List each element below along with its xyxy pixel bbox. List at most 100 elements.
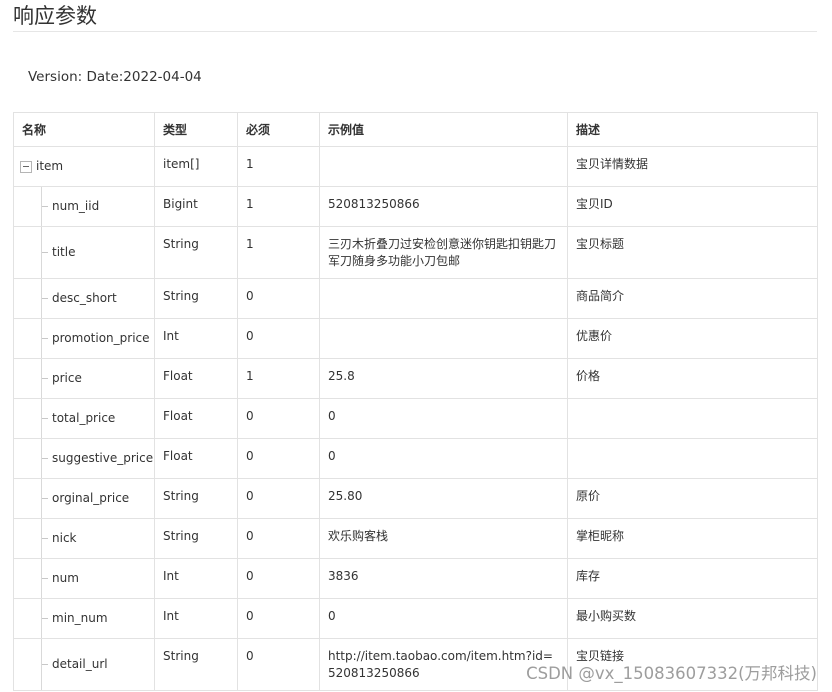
param-name: price bbox=[52, 371, 82, 385]
param-name-wrap: nick bbox=[15, 530, 147, 547]
tree-branch-line bbox=[42, 252, 48, 253]
param-name-wrap: orginal_price bbox=[15, 490, 147, 507]
tree-branch-line bbox=[42, 418, 48, 419]
table-row: title String 1 三刃木折叠刀过安检创意迷你钥匙扣钥匙刀军刀随身多功能小刀… bbox=[13, 226, 818, 279]
param-name-wrap: desc_short bbox=[15, 290, 147, 307]
param-name-cell: total_price bbox=[13, 398, 155, 439]
param-type: String bbox=[154, 278, 238, 319]
param-name-cell: suggestive_price bbox=[13, 438, 155, 479]
param-example: 25.80 bbox=[319, 478, 568, 519]
root-description: 宝贝详情数据 bbox=[567, 146, 818, 187]
param-type: String bbox=[154, 638, 238, 691]
param-example: 0 bbox=[319, 438, 568, 479]
root-example bbox=[319, 146, 568, 187]
param-example: 3836 bbox=[319, 558, 568, 599]
tree-guide-line bbox=[41, 439, 42, 478]
param-type: String bbox=[154, 226, 238, 279]
param-name-cell: title bbox=[13, 226, 155, 279]
param-type: Bigint bbox=[154, 186, 238, 227]
table-row: min_num Int 0 0 最小购买数 bbox=[13, 598, 818, 639]
param-name-cell: nick bbox=[13, 518, 155, 559]
root-required: 1 bbox=[237, 146, 320, 187]
param-required: 1 bbox=[237, 358, 320, 399]
param-name: detail_url bbox=[52, 657, 108, 671]
response-params-table: 名称 类型 必须 示例值 描述 item item[] 1 宝贝详情数据 num… bbox=[13, 112, 818, 691]
table-row: suggestive_price Float 0 0 bbox=[13, 438, 818, 479]
param-name-cell: num_iid bbox=[13, 186, 155, 227]
tree-guide-line bbox=[41, 227, 42, 278]
param-name: total_price bbox=[52, 411, 116, 425]
param-required: 0 bbox=[237, 558, 320, 599]
root-name: item bbox=[36, 159, 64, 173]
param-example: 520813250866 bbox=[319, 186, 568, 227]
header-type: 类型 bbox=[154, 112, 238, 147]
param-description bbox=[567, 438, 818, 479]
param-name: orginal_price bbox=[52, 491, 130, 505]
param-required: 1 bbox=[237, 226, 320, 279]
tree-branch-line bbox=[42, 378, 48, 379]
param-description: 掌柜昵称 bbox=[567, 518, 818, 559]
param-example: 0 bbox=[319, 598, 568, 639]
root-name-cell: item bbox=[13, 146, 155, 187]
param-name-wrap: promotion_price bbox=[15, 330, 150, 347]
param-name: suggestive_price bbox=[52, 451, 154, 465]
tree-branch-line bbox=[42, 618, 48, 619]
param-name-wrap: detail_url bbox=[15, 656, 147, 673]
table-row: total_price Float 0 0 bbox=[13, 398, 818, 439]
table-row: num_iid Bigint 1 520813250866 宝贝ID bbox=[13, 186, 818, 227]
param-description: 库存 bbox=[567, 558, 818, 599]
param-type: Int bbox=[154, 318, 238, 359]
param-description: 商品简介 bbox=[567, 278, 818, 319]
csdn-watermark: CSDN @vx_15083607332(万邦科技) bbox=[526, 664, 817, 683]
tree-branch-line bbox=[42, 338, 48, 339]
tree-guide-line bbox=[41, 359, 42, 398]
param-description bbox=[567, 398, 818, 439]
collapse-minus-icon[interactable] bbox=[20, 160, 32, 173]
param-example bbox=[319, 318, 568, 359]
param-type: Float bbox=[154, 358, 238, 399]
param-type: String bbox=[154, 518, 238, 559]
param-name-wrap: suggestive_price bbox=[15, 450, 153, 467]
param-example: 25.8 bbox=[319, 358, 568, 399]
table-row: orginal_price String 0 25.80 原价 bbox=[13, 478, 818, 519]
param-name: num bbox=[52, 571, 79, 585]
param-type: Float bbox=[154, 438, 238, 479]
tree-branch-line bbox=[42, 498, 48, 499]
tree-guide-line bbox=[41, 639, 42, 690]
param-description: 宝贝ID bbox=[567, 186, 818, 227]
param-name-cell: promotion_price bbox=[13, 318, 155, 359]
param-name-wrap: title bbox=[15, 244, 147, 261]
param-type: Int bbox=[154, 598, 238, 639]
tree-guide-line bbox=[41, 519, 42, 558]
param-name-cell: desc_short bbox=[13, 278, 155, 319]
param-name-wrap: total_price bbox=[15, 410, 147, 427]
param-description: 优惠价 bbox=[567, 318, 818, 359]
param-name-wrap: num bbox=[15, 570, 147, 587]
param-type: String bbox=[154, 478, 238, 519]
param-name: nick bbox=[52, 531, 77, 545]
param-example: 0 bbox=[319, 398, 568, 439]
param-name-cell: detail_url bbox=[13, 638, 155, 691]
param-name-cell: num bbox=[13, 558, 155, 599]
param-required: 1 bbox=[237, 186, 320, 227]
param-required: 0 bbox=[237, 638, 320, 691]
param-required: 0 bbox=[237, 518, 320, 559]
param-name: desc_short bbox=[52, 291, 117, 305]
tree-branch-line bbox=[42, 578, 48, 579]
table-row-root: item item[] 1 宝贝详情数据 bbox=[13, 146, 818, 187]
param-name-wrap: min_num bbox=[15, 610, 147, 627]
param-description: 价格 bbox=[567, 358, 818, 399]
table-row: promotion_price Int 0 优惠价 bbox=[13, 318, 818, 359]
header-required: 必须 bbox=[237, 112, 320, 147]
param-required: 0 bbox=[237, 318, 320, 359]
param-description: 最小购买数 bbox=[567, 598, 818, 639]
param-example bbox=[319, 278, 568, 319]
root-type: item[] bbox=[154, 146, 238, 187]
param-example: 三刃木折叠刀过安检创意迷你钥匙扣钥匙刀军刀随身多功能小刀包邮 bbox=[319, 226, 568, 279]
title-divider bbox=[13, 31, 817, 32]
tree-guide-line bbox=[41, 559, 42, 598]
param-type: Int bbox=[154, 558, 238, 599]
param-description: 原价 bbox=[567, 478, 818, 519]
param-name: num_iid bbox=[52, 199, 100, 213]
param-required: 0 bbox=[237, 278, 320, 319]
